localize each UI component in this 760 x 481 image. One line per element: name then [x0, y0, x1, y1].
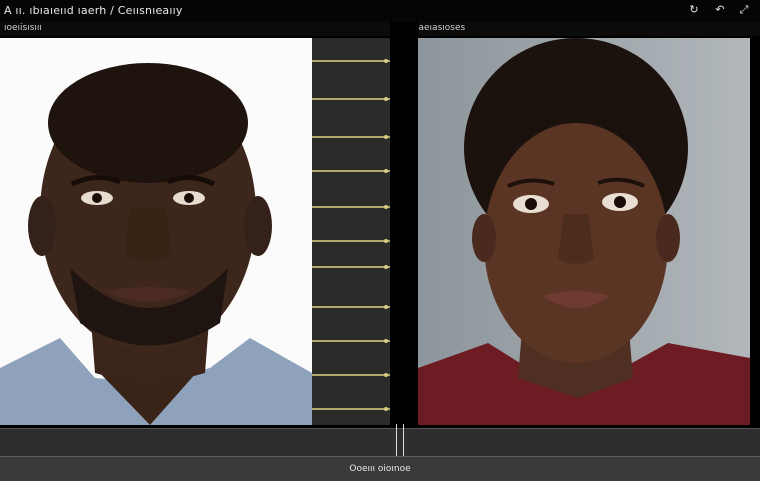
window-title: A ıı. ıbıaıeııd ıaerh / Ceıısnıeaııy	[4, 4, 183, 17]
timeline-playhead[interactable]	[396, 424, 404, 458]
left-portrait-image	[0, 38, 312, 425]
undo-icon[interactable]: ↶	[712, 2, 728, 18]
bottom-action-button[interactable]: Ooeııı oioınoe	[0, 457, 760, 481]
right-portrait-svg	[418, 38, 750, 425]
right-edge	[750, 38, 760, 425]
frame-marker[interactable]	[312, 135, 390, 139]
right-panel-header: ıaeıasıoses	[392, 22, 760, 36]
frame-marker[interactable]	[312, 205, 390, 209]
frame-marker[interactable]	[312, 407, 390, 411]
frame-marker[interactable]	[312, 169, 390, 173]
left-portrait-svg	[0, 38, 312, 425]
left-panel-header: ıoeıisısııı	[0, 22, 390, 36]
frame-marker[interactable]	[312, 59, 390, 63]
timeline-track[interactable]	[0, 428, 760, 457]
frame-marker[interactable]	[312, 339, 390, 343]
frame-marker[interactable]	[312, 265, 390, 269]
frame-marker[interactable]	[312, 373, 390, 377]
frame-strip[interactable]	[312, 38, 390, 425]
right-portrait-image	[418, 38, 750, 425]
bottom-bar: Ooeııı oioınoe	[0, 456, 760, 481]
frame-marker[interactable]	[312, 239, 390, 243]
frame-marker[interactable]	[312, 97, 390, 101]
rotate-icon[interactable]: ↻	[686, 2, 702, 18]
panel-divider	[390, 22, 418, 428]
right-panel-label: ıaeıasıoses	[416, 23, 466, 33]
frame-marker[interactable]	[312, 305, 390, 309]
expand-icon[interactable]: ⤢	[736, 2, 752, 18]
title-bar: A ıı. ıbıaıeııd ıaerh / Ceıısnıeaııy ↻ ↶…	[0, 0, 760, 23]
left-panel-label: ıoeıisısııı	[4, 23, 42, 33]
